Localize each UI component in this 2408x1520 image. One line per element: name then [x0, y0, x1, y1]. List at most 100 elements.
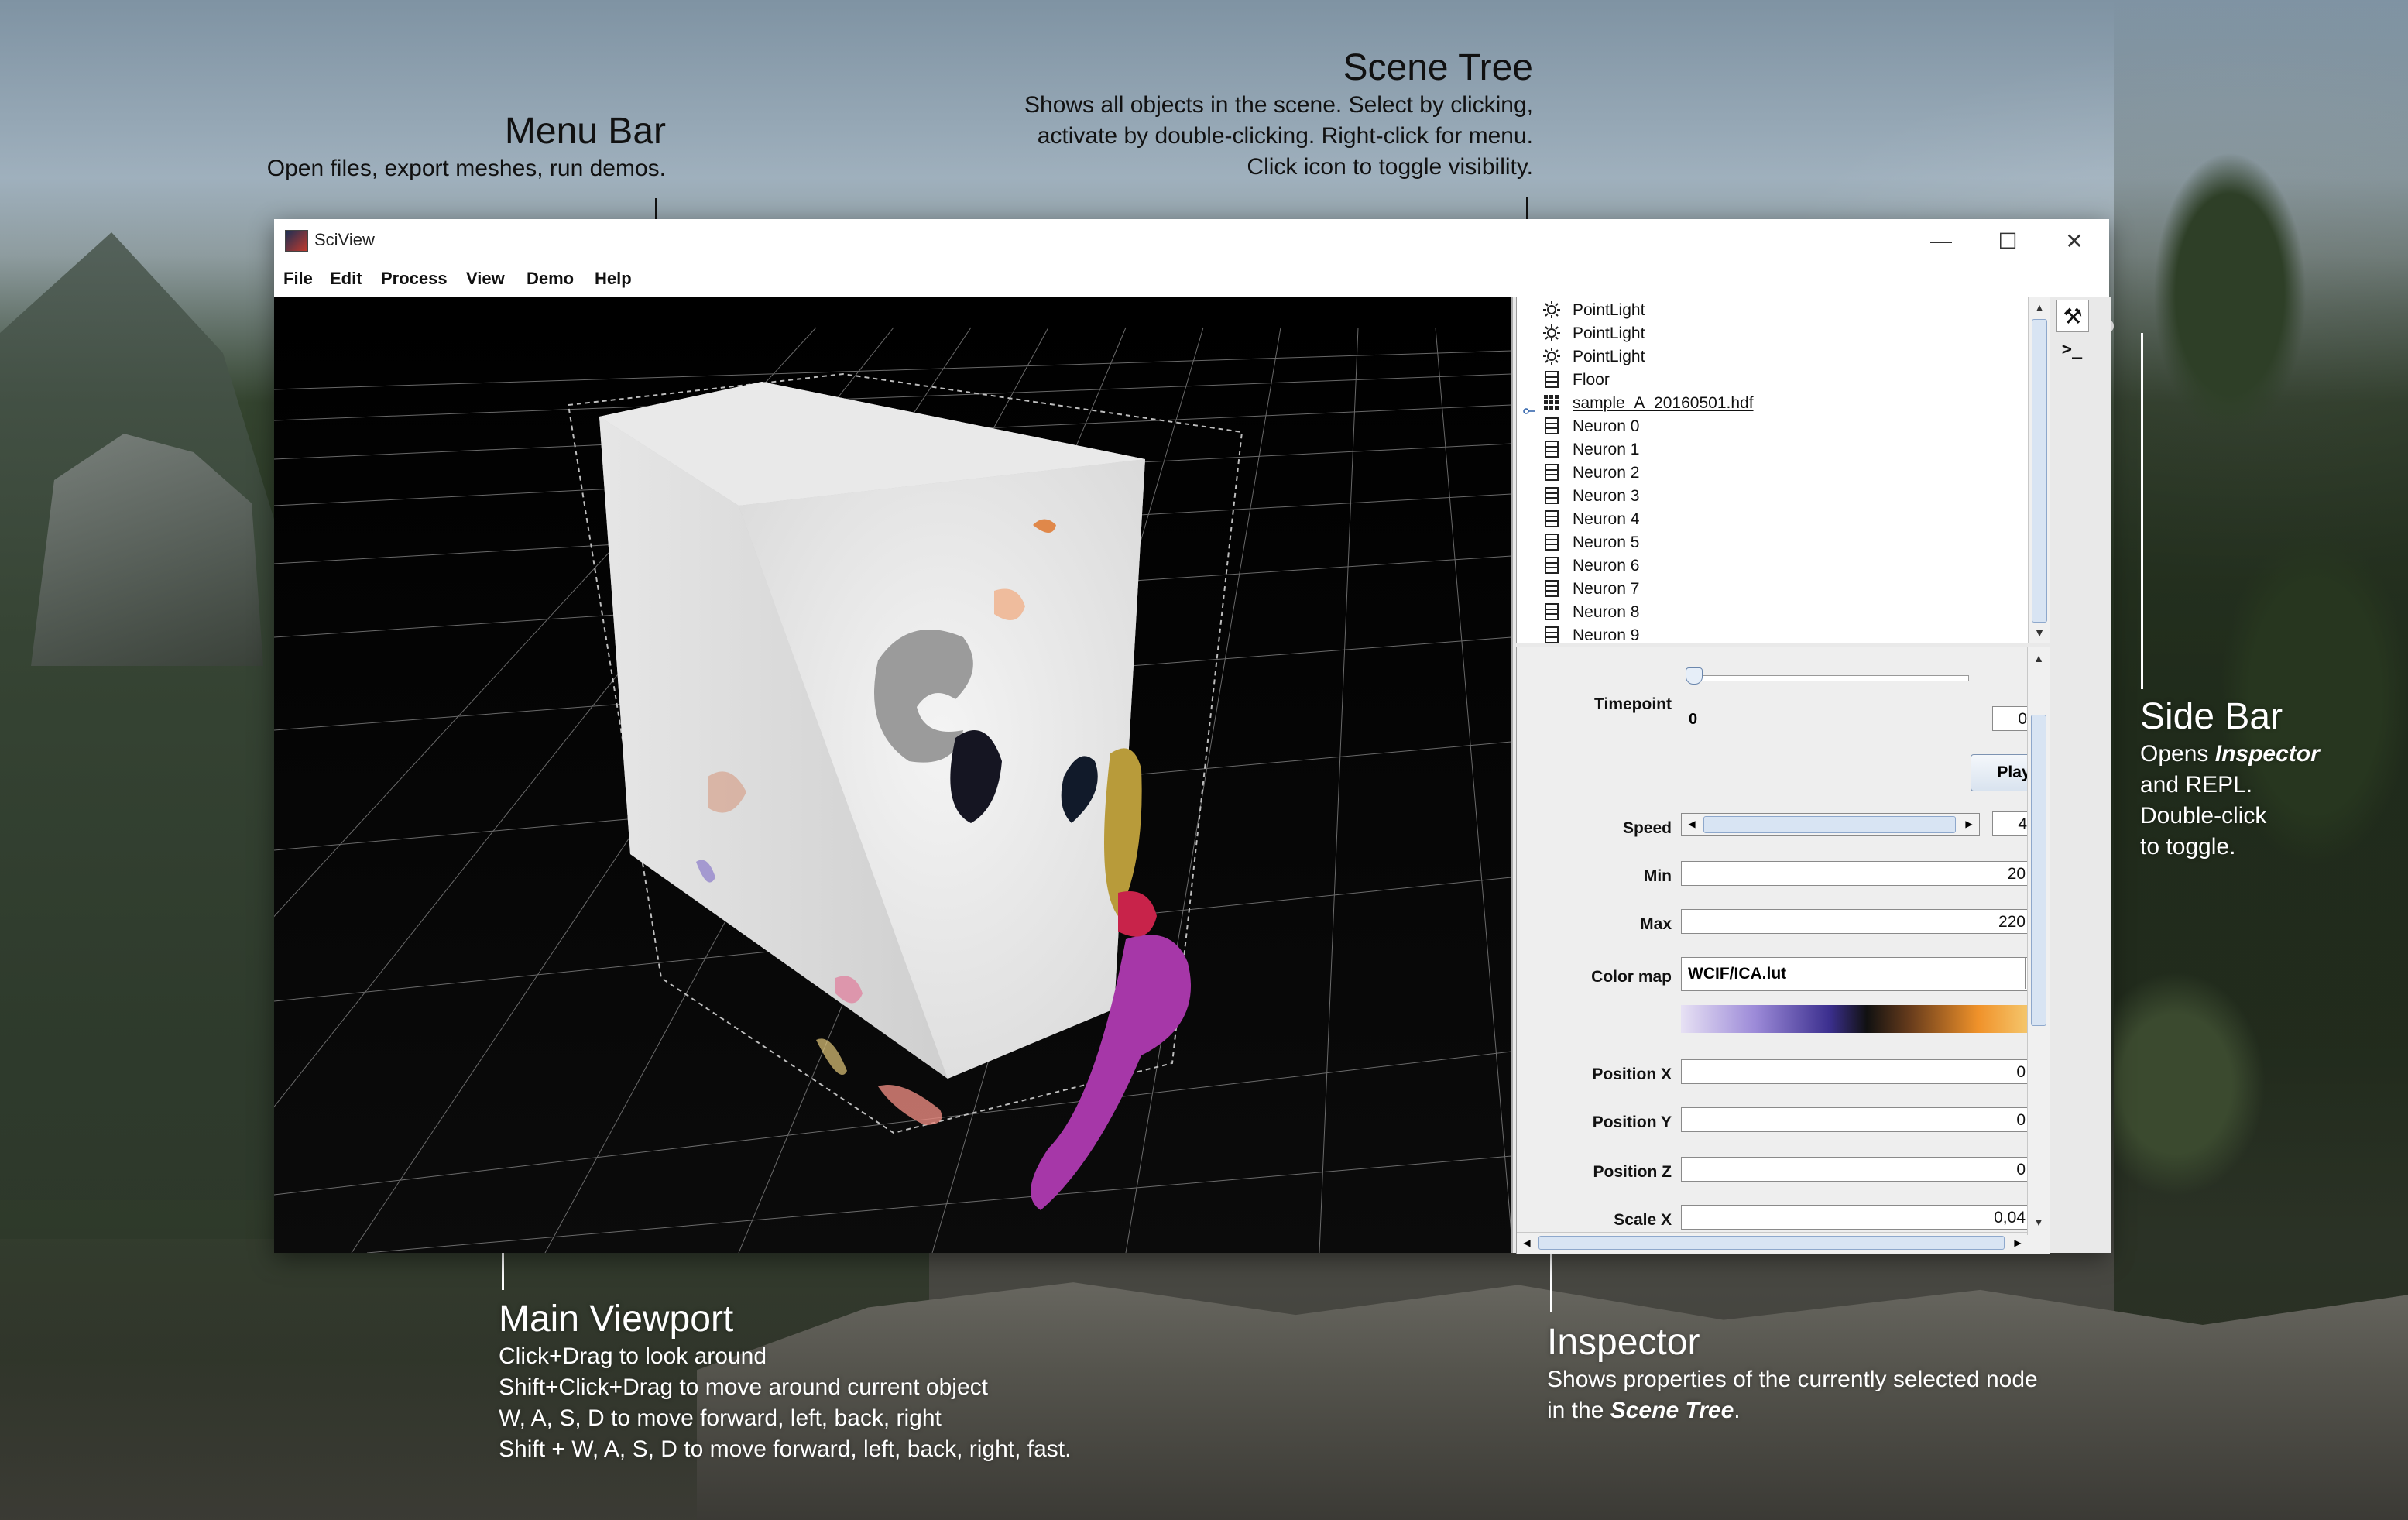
mesh-icon[interactable]	[1543, 464, 1560, 481]
visibility-toggle-icon[interactable]	[1523, 631, 1535, 639]
timepoint-slider-thumb[interactable]	[1686, 667, 1703, 685]
mesh-icon[interactable]	[1543, 603, 1560, 620]
annotation-text: Opens	[2140, 741, 2215, 767]
scene-tree-item[interactable]: Neuron 6	[1517, 554, 2043, 578]
mesh-icon[interactable]	[1543, 371, 1560, 388]
menu-edit[interactable]: Edit	[330, 269, 362, 289]
scene-tree-item[interactable]: Floor	[1517, 369, 2043, 392]
scene-tree-item-label: Neuron 4	[1573, 510, 1640, 528]
inspector-horizontal-scrollbar[interactable]: ◀ ▶	[1517, 1232, 2050, 1253]
visibility-toggle-icon[interactable]	[1523, 445, 1535, 453]
mesh-icon[interactable]	[1543, 626, 1560, 643]
annotation-text: .	[1734, 1398, 1741, 1423]
scroll-up-arrow-icon[interactable]: ▲	[2028, 648, 2050, 668]
annotation-description-line: activate by double-clicking. Right-click…	[1037, 123, 1533, 149]
menu-help[interactable]: Help	[595, 269, 632, 289]
menu-demo[interactable]: Demo	[527, 269, 574, 289]
scene-tree-item[interactable]: Neuron 4	[1517, 508, 2043, 531]
visibility-toggle-icon[interactable]	[1523, 329, 1535, 337]
max-input[interactable]: 220	[1681, 909, 2036, 934]
scale-x-input[interactable]: 0,04	[1681, 1205, 2036, 1230]
scene-tree-item[interactable]: Neuron 9	[1517, 624, 2043, 643]
menu-process[interactable]: Process	[381, 269, 448, 289]
scene-tree-scrollbar[interactable]: ▲ ▼	[2028, 297, 2050, 643]
annotation-emphasis: Inspector	[2214, 741, 2320, 767]
scene-tree-item[interactable]: PointLight	[1517, 345, 2043, 369]
position-y-input[interactable]: 0	[1681, 1107, 2036, 1132]
visibility-toggle-icon[interactable]	[1523, 492, 1535, 499]
scene-tree-item-label: Neuron 6	[1573, 557, 1640, 575]
scroll-up-arrow-icon[interactable]: ▲	[2029, 297, 2050, 317]
scale-x-label: Scale X	[1614, 1211, 1672, 1229]
minimize-button[interactable]: —	[1908, 219, 1974, 262]
position-x-input[interactable]: 0	[1681, 1059, 2036, 1084]
scene-tree-item[interactable]: Neuron 0	[1517, 415, 2043, 438]
visibility-toggle-icon[interactable]	[1523, 468, 1535, 476]
scene-tree-item-label: Neuron 8	[1573, 603, 1640, 621]
speed-left-arrow-icon[interactable]: ◀	[1683, 815, 1700, 832]
annotation-menu-bar: Menu Bar Open files, export meshes, run …	[232, 110, 666, 184]
inspector-horizontal-thumb[interactable]	[1538, 1236, 2005, 1250]
scene-tree-item[interactable]: Neuron 5	[1517, 531, 2043, 554]
speed-right-arrow-icon[interactable]: ▶	[1960, 815, 1978, 832]
scroll-left-arrow-icon[interactable]: ◀	[1518, 1234, 1535, 1251]
volume-icon[interactable]	[1543, 394, 1560, 411]
scene-tree-item[interactable]: Neuron 2	[1517, 461, 2043, 485]
sciview-window: SciView — ☐ ✕ File Edit Process View Dem…	[274, 219, 2111, 1254]
visibility-toggle-icon[interactable]	[1523, 538, 1535, 546]
visibility-toggle-icon[interactable]	[1523, 561, 1535, 569]
inspector-tools-icon[interactable]: ⚒	[2056, 300, 2089, 332]
visibility-toggle-icon[interactable]	[1523, 515, 1535, 523]
scene-tree-item[interactable]: Neuron 3	[1517, 485, 2043, 508]
scroll-down-arrow-icon[interactable]: ▼	[2029, 623, 2050, 643]
mesh-icon[interactable]	[1543, 417, 1560, 434]
menu-file[interactable]: File	[283, 269, 313, 289]
mesh-icon[interactable]	[1543, 441, 1560, 458]
scene-tree-item[interactable]: PointLight	[1517, 299, 2043, 322]
speed-scrollbar[interactable]: ◀ ▶	[1681, 813, 1980, 836]
mesh-icon[interactable]	[1543, 557, 1560, 574]
mesh-icon[interactable]	[1543, 510, 1560, 527]
visibility-toggle-icon[interactable]	[1523, 306, 1535, 314]
scene-tree-item[interactable]: sample_A_20160501.hdf	[1517, 392, 2043, 415]
visibility-toggle-icon[interactable]	[1523, 352, 1535, 360]
side-panel: PointLight PointLight PointLight Floor sampl…	[1511, 297, 2111, 1254]
repl-terminal-icon[interactable]: >_	[2056, 334, 2087, 365]
visibility-toggle-icon[interactable]	[1523, 608, 1535, 616]
colormap-select[interactable]: WCIF/ICA.lut ▼	[1681, 957, 2050, 991]
mesh-icon[interactable]	[1543, 580, 1560, 597]
scroll-down-arrow-icon[interactable]: ▼	[2028, 1212, 2050, 1232]
close-button[interactable]: ✕	[2041, 219, 2108, 262]
annotation-description-line: W, A, S, D to move forward, left, back, …	[499, 1405, 942, 1431]
annotation-description-line: Shows properties of the currently select…	[1547, 1367, 2038, 1392]
min-input[interactable]: 20	[1681, 861, 2036, 886]
light-icon[interactable]	[1543, 348, 1560, 365]
visibility-toggle-icon[interactable]	[1523, 585, 1535, 592]
visibility-key-icon[interactable]	[1523, 399, 1535, 414]
inspector-scroll-thumb[interactable]	[2031, 715, 2046, 1026]
light-icon[interactable]	[1543, 301, 1560, 318]
light-icon[interactable]	[1543, 324, 1560, 341]
scene-tree-item-label: Neuron 3	[1573, 487, 1640, 505]
speed-scroll-thumb[interactable]	[1703, 816, 1956, 833]
scene-tree-scroll-thumb[interactable]	[2032, 319, 2047, 623]
main-viewport[interactable]	[274, 297, 1511, 1253]
position-z-input[interactable]: 0	[1681, 1157, 2036, 1182]
scene-tree-item-label: PointLight	[1573, 324, 1645, 342]
scene-tree[interactable]: PointLight PointLight PointLight Floor sampl…	[1516, 297, 2050, 643]
scroll-right-arrow-icon[interactable]: ▶	[2009, 1234, 2026, 1251]
mesh-icon[interactable]	[1543, 534, 1560, 551]
menu-view[interactable]: View	[466, 269, 505, 289]
inspector-scrollbar[interactable]: ▲ ▼	[2027, 647, 2050, 1235]
title-bar[interactable]: SciView — ☐ ✕	[274, 219, 2109, 262]
timepoint-slider-track[interactable]	[1689, 675, 1969, 681]
maximize-button[interactable]: ☐	[1974, 219, 2041, 262]
visibility-toggle-icon[interactable]	[1523, 422, 1535, 430]
visibility-toggle-icon[interactable]	[1523, 376, 1535, 383]
scene-tree-item[interactable]: PointLight	[1517, 322, 2043, 345]
annotation-connector-line	[2141, 333, 2143, 689]
scene-tree-item[interactable]: Neuron 8	[1517, 601, 2043, 624]
scene-tree-item[interactable]: Neuron 1	[1517, 438, 2043, 461]
mesh-icon[interactable]	[1543, 487, 1560, 504]
scene-tree-item[interactable]: Neuron 7	[1517, 578, 2043, 601]
